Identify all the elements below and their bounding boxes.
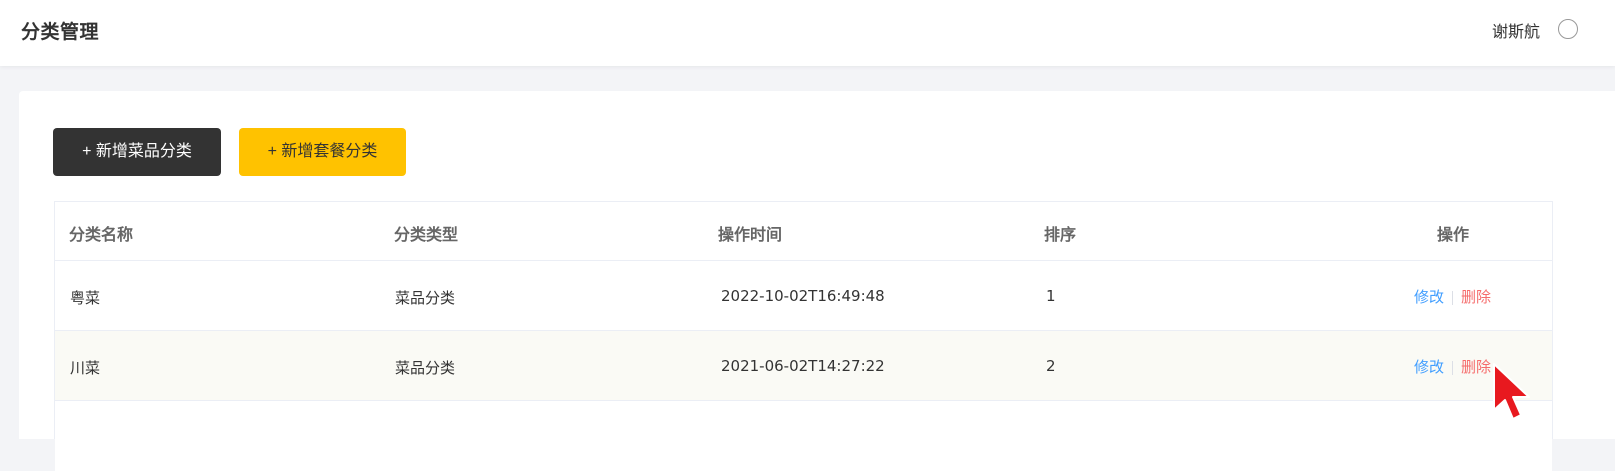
cell-sort: 2 xyxy=(1046,357,1056,375)
row-actions: 修改 删除 xyxy=(1414,286,1491,307)
cell-sort: 1 xyxy=(1046,287,1056,305)
add-dish-category-button[interactable]: + 新增菜品分类 xyxy=(53,128,221,176)
column-header-time[interactable]: 操作时间 xyxy=(718,221,782,245)
top-bar: 分类管理 谢斯航 xyxy=(0,0,1615,66)
category-table: 分类名称 分类类型 操作时间 排序 操作 粤菜 菜品分类 2022-10-02T… xyxy=(54,201,1553,471)
cell-name: 粤菜 xyxy=(70,289,101,307)
action-divider xyxy=(1452,290,1454,305)
cell-type: 菜品分类 xyxy=(395,289,456,307)
action-divider xyxy=(1452,360,1454,375)
mouse-pointer-icon xyxy=(1493,363,1530,420)
user-circle-icon[interactable] xyxy=(1558,19,1578,39)
cell-name: 川菜 xyxy=(70,359,101,377)
table-header: 分类名称 分类类型 操作时间 排序 操作 xyxy=(55,202,1552,261)
table-row[interactable]: 川菜 菜品分类 2021-06-02T14:27:22 2 修改 删除 xyxy=(55,331,1552,401)
cell-type: 菜品分类 xyxy=(395,359,456,377)
edit-link[interactable]: 修改 xyxy=(1414,358,1444,376)
cell-time: 2022-10-02T16:49:48 xyxy=(721,287,885,305)
table-row[interactable]: 粤菜 菜品分类 2022-10-02T16:49:48 1 修改 删除 xyxy=(55,261,1552,331)
column-header-actions: 操作 xyxy=(1437,225,1470,244)
page-title: 分类管理 xyxy=(21,21,100,43)
column-header-sort[interactable]: 排序 xyxy=(1044,221,1076,245)
user-name[interactable]: 谢斯航 xyxy=(1492,18,1540,42)
add-combo-category-button[interactable]: + 新增套餐分类 xyxy=(239,128,406,176)
table-row xyxy=(55,401,1552,471)
row-actions: 修改 删除 xyxy=(1414,356,1491,377)
column-header-type[interactable]: 分类类型 xyxy=(394,221,458,245)
column-header-name[interactable]: 分类名称 xyxy=(69,221,133,245)
edit-link[interactable]: 修改 xyxy=(1414,288,1444,306)
delete-link[interactable]: 删除 xyxy=(1461,358,1491,376)
cell-time: 2021-06-02T14:27:22 xyxy=(721,357,885,375)
delete-link[interactable]: 删除 xyxy=(1461,288,1491,306)
